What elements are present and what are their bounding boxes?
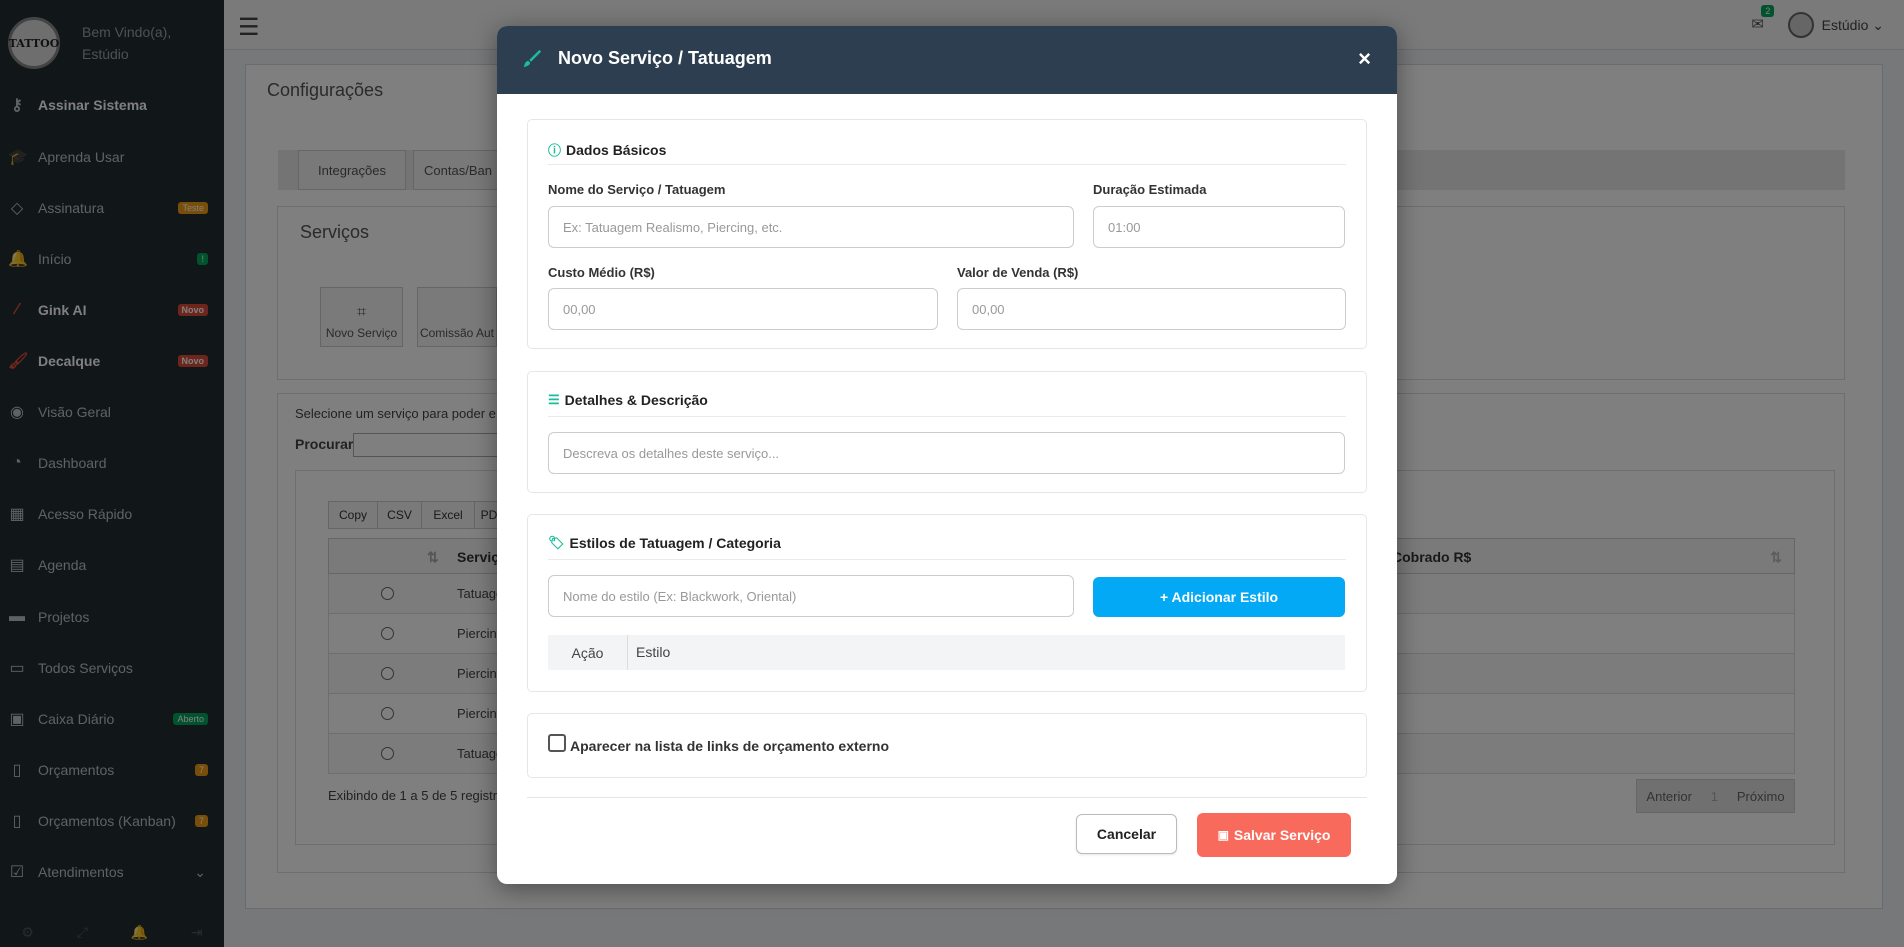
cost-label: Custo Médio (R$) (548, 265, 655, 280)
divider (548, 416, 1346, 417)
styles-title: Estilos de Tatuagem / Categoria (569, 535, 781, 551)
styles-card: 🏷 Estilos de Tatuagem / Categoria Nome do… (527, 514, 1367, 692)
cost-input[interactable]: 00,00 (548, 288, 938, 330)
card-title: 🏷 Estilos de Tatuagem / Categoria (548, 535, 781, 551)
modal-header: Novo Serviço / Tatuagem × (497, 26, 1397, 94)
price-label: Valor de Venda (R$) (957, 265, 1079, 280)
card-title: ☰ Detalhes & Descrição (548, 392, 708, 408)
col-acao: Ação (548, 635, 628, 670)
divider (548, 559, 1346, 560)
modal-title: Novo Serviço / Tatuagem (558, 48, 772, 68)
price-input[interactable]: 00,00 (957, 288, 1346, 330)
description-textarea[interactable]: Descreva os detalhes deste serviço... (548, 432, 1345, 474)
save-service-button[interactable]: ▣ Salvar Serviço (1197, 813, 1351, 857)
basic-data-card: ⓘ Dados Básicos Nome do Serviço / Tatuage… (527, 119, 1367, 349)
new-service-modal: Novo Serviço / Tatuagem × ⓘ Dados Básicos… (497, 26, 1397, 884)
style-name-input[interactable]: Nome do estilo (Ex: Blackwork, Oriental) (548, 575, 1074, 617)
service-name-input[interactable]: Ex: Tatuagem Realismo, Piercing, etc. (548, 206, 1074, 248)
footer-divider (527, 797, 1367, 798)
col-estilo: Estilo (636, 644, 671, 660)
basic-data-title: Dados Básicos (566, 141, 667, 158)
save-icon: ▣ (1217, 828, 1229, 842)
card-title: ⓘ Dados Básicos (548, 140, 666, 159)
info-icon: ⓘ (548, 143, 562, 158)
external-link-card: Aparecer na lista de links de orçamento … (527, 713, 1367, 778)
external-link-checkbox[interactable] (548, 734, 566, 752)
align-left-icon: ☰ (548, 392, 560, 407)
duration-input[interactable]: 01:00 (1093, 206, 1345, 248)
add-style-button[interactable]: + Adicionar Estilo (1093, 577, 1345, 617)
service-name-label: Nome do Serviço / Tatuagem (548, 182, 726, 197)
close-icon[interactable]: × (1358, 46, 1371, 72)
details-title: Detalhes & Descrição (564, 392, 708, 408)
paintbrush-icon (523, 49, 542, 68)
details-card: ☰ Detalhes & Descrição Descreva os detalh… (527, 371, 1367, 493)
styles-table-header: Ação Estilo (548, 635, 1345, 670)
save-service-label: Salvar Serviço (1233, 827, 1331, 843)
tags-icon: 🏷 (548, 535, 565, 550)
external-link-label[interactable]: Aparecer na lista de links de orçamento … (570, 738, 889, 754)
cancel-button[interactable]: Cancelar (1076, 814, 1177, 854)
duration-label: Duração Estimada (1093, 182, 1207, 197)
divider (548, 164, 1346, 165)
